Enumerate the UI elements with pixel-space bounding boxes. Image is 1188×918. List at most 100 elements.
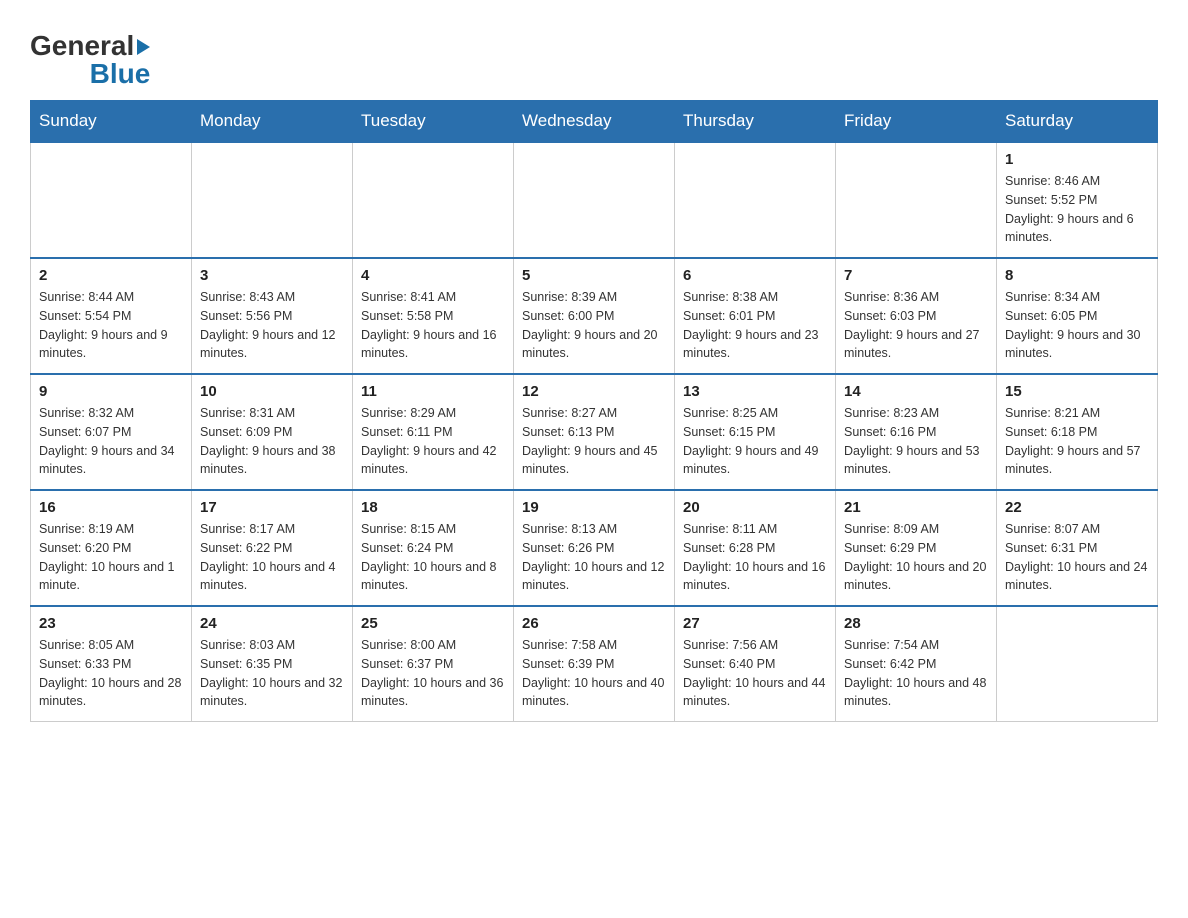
calendar-cell: 18 Sunrise: 8:15 AM Sunset: 6:24 PM Dayli…: [353, 490, 514, 606]
day-number: 5: [522, 267, 666, 284]
logo: General Blue: [30, 30, 152, 90]
calendar-cell: 20 Sunrise: 8:11 AM Sunset: 6:28 PM Dayli…: [675, 490, 836, 606]
day-number: 2: [39, 267, 183, 284]
day-info: Sunrise: 8:23 AM Sunset: 6:16 PM Dayligh…: [844, 404, 988, 479]
calendar-cell: [514, 142, 675, 258]
day-number: 16: [39, 499, 183, 516]
day-info: Sunrise: 8:21 AM Sunset: 6:18 PM Dayligh…: [1005, 404, 1149, 479]
calendar-cell: 4 Sunrise: 8:41 AM Sunset: 5:58 PM Daylig…: [353, 258, 514, 374]
calendar-week-row: 9 Sunrise: 8:32 AM Sunset: 6:07 PM Daylig…: [31, 374, 1158, 490]
day-info: Sunrise: 8:07 AM Sunset: 6:31 PM Dayligh…: [1005, 520, 1149, 595]
calendar-cell: 14Sunrise: 8:23 AM Sunset: 6:16 PM Dayli…: [836, 374, 997, 490]
day-info: Sunrise: 7:54 AM Sunset: 6:42 PM Dayligh…: [844, 636, 988, 711]
day-number: 11: [361, 383, 505, 400]
calendar-cell: 25Sunrise: 8:00 AM Sunset: 6:37 PM Dayli…: [353, 606, 514, 722]
day-number: 23: [39, 615, 183, 632]
calendar-cell: 17Sunrise: 8:17 AM Sunset: 6:22 PM Dayli…: [192, 490, 353, 606]
calendar-cell: 13 Sunrise: 8:25 AM Sunset: 6:15 PM Dayli…: [675, 374, 836, 490]
calendar-table: SundayMondayTuesdayWednesdayThursdayFrid…: [30, 100, 1158, 722]
calendar-cell: 6 Sunrise: 8:38 AM Sunset: 6:01 PM Daylig…: [675, 258, 836, 374]
day-number: 10: [200, 383, 344, 400]
calendar-cell: 21 Sunrise: 8:09 AM Sunset: 6:29 PM Dayli…: [836, 490, 997, 606]
day-info: Sunrise: 8:15 AM Sunset: 6:24 PM Dayligh…: [361, 520, 505, 595]
day-number: 13: [683, 383, 827, 400]
calendar-header-thursday: Thursday: [675, 101, 836, 143]
calendar-week-row: 23 Sunrise: 8:05 AM Sunset: 6:33 PM Dayli…: [31, 606, 1158, 722]
day-info: Sunrise: 8:29 AM Sunset: 6:11 PM Dayligh…: [361, 404, 505, 479]
calendar-header-wednesday: Wednesday: [514, 101, 675, 143]
day-number: 19: [522, 499, 666, 516]
calendar-week-row: 16 Sunrise: 8:19 AM Sunset: 6:20 PM Dayli…: [31, 490, 1158, 606]
calendar-header-monday: Monday: [192, 101, 353, 143]
calendar-cell: 9 Sunrise: 8:32 AM Sunset: 6:07 PM Daylig…: [31, 374, 192, 490]
day-info: Sunrise: 8:36 AM Sunset: 6:03 PM Dayligh…: [844, 288, 988, 363]
calendar-cell: 11 Sunrise: 8:29 AM Sunset: 6:11 PM Dayli…: [353, 374, 514, 490]
calendar-cell: 28 Sunrise: 7:54 AM Sunset: 6:42 PM Dayli…: [836, 606, 997, 722]
day-info: Sunrise: 8:41 AM Sunset: 5:58 PM Dayligh…: [361, 288, 505, 363]
day-info: Sunrise: 8:05 AM Sunset: 6:33 PM Dayligh…: [39, 636, 183, 711]
day-info: Sunrise: 8:03 AM Sunset: 6:35 PM Dayligh…: [200, 636, 344, 711]
day-info: Sunrise: 8:11 AM Sunset: 6:28 PM Dayligh…: [683, 520, 827, 595]
calendar-cell: [675, 142, 836, 258]
calendar-cell: [353, 142, 514, 258]
day-info: Sunrise: 7:58 AM Sunset: 6:39 PM Dayligh…: [522, 636, 666, 711]
page-header: General Blue: [30, 20, 1158, 90]
calendar-cell: 3 Sunrise: 8:43 AM Sunset: 5:56 PM Daylig…: [192, 258, 353, 374]
calendar-cell: 12Sunrise: 8:27 AM Sunset: 6:13 PM Dayli…: [514, 374, 675, 490]
day-number: 8: [1005, 267, 1149, 284]
day-info: Sunrise: 8:43 AM Sunset: 5:56 PM Dayligh…: [200, 288, 344, 363]
calendar-header-row: SundayMondayTuesdayWednesdayThursdayFrid…: [31, 101, 1158, 143]
calendar-cell: 26 Sunrise: 7:58 AM Sunset: 6:39 PM Dayli…: [514, 606, 675, 722]
day-info: Sunrise: 8:34 AM Sunset: 6:05 PM Dayligh…: [1005, 288, 1149, 363]
logo-blue-text: Blue: [90, 58, 151, 90]
day-number: 4: [361, 267, 505, 284]
day-info: Sunrise: 8:32 AM Sunset: 6:07 PM Dayligh…: [39, 404, 183, 479]
calendar-header-sunday: Sunday: [31, 101, 192, 143]
calendar-header-saturday: Saturday: [997, 101, 1158, 143]
day-number: 26: [522, 615, 666, 632]
day-info: Sunrise: 8:17 AM Sunset: 6:22 PM Dayligh…: [200, 520, 344, 595]
calendar-cell: [31, 142, 192, 258]
calendar-cell: 19 Sunrise: 8:13 AM Sunset: 6:26 PM Dayli…: [514, 490, 675, 606]
calendar-week-row: 1Sunrise: 8:46 AM Sunset: 5:52 PM Daylig…: [31, 142, 1158, 258]
calendar-cell: [192, 142, 353, 258]
day-info: Sunrise: 8:25 AM Sunset: 6:15 PM Dayligh…: [683, 404, 827, 479]
day-info: Sunrise: 8:46 AM Sunset: 5:52 PM Dayligh…: [1005, 172, 1149, 247]
day-info: Sunrise: 8:27 AM Sunset: 6:13 PM Dayligh…: [522, 404, 666, 479]
calendar-cell: 15 Sunrise: 8:21 AM Sunset: 6:18 PM Dayli…: [997, 374, 1158, 490]
calendar-cell: 23 Sunrise: 8:05 AM Sunset: 6:33 PM Dayli…: [31, 606, 192, 722]
calendar-cell: 10 Sunrise: 8:31 AM Sunset: 6:09 PM Dayli…: [192, 374, 353, 490]
day-number: 24: [200, 615, 344, 632]
day-info: Sunrise: 8:31 AM Sunset: 6:09 PM Dayligh…: [200, 404, 344, 479]
calendar-header-friday: Friday: [836, 101, 997, 143]
calendar-cell: 1Sunrise: 8:46 AM Sunset: 5:52 PM Daylig…: [997, 142, 1158, 258]
day-info: Sunrise: 8:38 AM Sunset: 6:01 PM Dayligh…: [683, 288, 827, 363]
calendar-cell: [836, 142, 997, 258]
day-info: Sunrise: 8:39 AM Sunset: 6:00 PM Dayligh…: [522, 288, 666, 363]
day-info: Sunrise: 8:19 AM Sunset: 6:20 PM Dayligh…: [39, 520, 183, 595]
calendar-cell: 16 Sunrise: 8:19 AM Sunset: 6:20 PM Dayli…: [31, 490, 192, 606]
day-number: 21: [844, 499, 988, 516]
day-number: 20: [683, 499, 827, 516]
day-number: 27: [683, 615, 827, 632]
calendar-week-row: 2 Sunrise: 8:44 AM Sunset: 5:54 PM Daylig…: [31, 258, 1158, 374]
calendar-cell: 22Sunrise: 8:07 AM Sunset: 6:31 PM Dayli…: [997, 490, 1158, 606]
day-info: Sunrise: 8:13 AM Sunset: 6:26 PM Dayligh…: [522, 520, 666, 595]
calendar-cell: [997, 606, 1158, 722]
day-info: Sunrise: 8:44 AM Sunset: 5:54 PM Dayligh…: [39, 288, 183, 363]
calendar-header-tuesday: Tuesday: [353, 101, 514, 143]
day-number: 9: [39, 383, 183, 400]
day-number: 7: [844, 267, 988, 284]
day-number: 6: [683, 267, 827, 284]
logo-icon: General Blue: [30, 30, 150, 90]
calendar-cell: 27 Sunrise: 7:56 AM Sunset: 6:40 PM Dayli…: [675, 606, 836, 722]
day-number: 18: [361, 499, 505, 516]
day-number: 15: [1005, 383, 1149, 400]
calendar-cell: 2 Sunrise: 8:44 AM Sunset: 5:54 PM Daylig…: [31, 258, 192, 374]
day-number: 3: [200, 267, 344, 284]
day-number: 28: [844, 615, 988, 632]
day-info: Sunrise: 7:56 AM Sunset: 6:40 PM Dayligh…: [683, 636, 827, 711]
day-info: Sunrise: 8:00 AM Sunset: 6:37 PM Dayligh…: [361, 636, 505, 711]
calendar-cell: 8 Sunrise: 8:34 AM Sunset: 6:05 PM Daylig…: [997, 258, 1158, 374]
day-info: Sunrise: 8:09 AM Sunset: 6:29 PM Dayligh…: [844, 520, 988, 595]
